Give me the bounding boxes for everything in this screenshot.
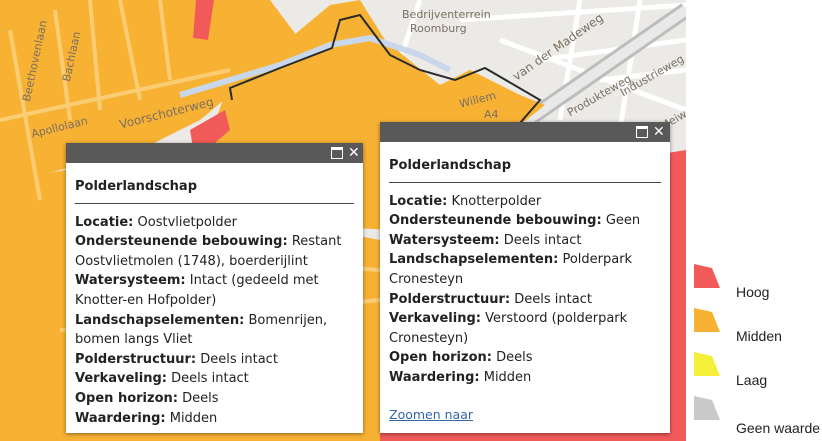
popup-title: Polderlandschap [75, 177, 354, 204]
popup-field-row: Ondersteunende bebouwing: Restant Oostvl… [75, 232, 354, 271]
field-label: Verkaveling: [389, 311, 481, 327]
field-label: Polderstructuur: [75, 351, 197, 367]
legend-label: Midden [736, 328, 782, 344]
field-label: Watersysteem: [75, 273, 186, 289]
field-label: Ondersteunende bebouwing: [389, 213, 602, 229]
map-label-bedrijventerrein: Bedrijventerrein [402, 8, 491, 21]
popup-field-row: Landschapselementen: Polderpark Croneste… [389, 250, 661, 289]
legend-label: Laag [736, 372, 768, 388]
field-label: Waardering: [389, 369, 480, 385]
popup-field-row: Locatie: Oostvlietpolder [75, 213, 354, 233]
popup-field-row: Polderstructuur: Deels intact [389, 290, 661, 310]
field-value: Deels intact [166, 371, 249, 387]
legend-label: Geen waarde [736, 420, 821, 436]
legend-label: Hoog [736, 284, 770, 300]
field-value: Deels [491, 350, 533, 366]
field-label: Open horizon: [389, 350, 492, 366]
popup-field-row: Landschapselementen: Bomenrijen, bomen l… [75, 311, 354, 350]
field-value: Deels intact [510, 291, 592, 307]
popup-field-row: Open horizon: Deels [75, 389, 354, 409]
field-value: Deels intact [196, 351, 278, 367]
popup-field-row: Open horizon: Deels [389, 348, 661, 368]
field-label: Locatie: [75, 214, 134, 230]
field-label: Landschapselementen: [75, 312, 245, 328]
feature-popup-knotterpolder: ✕ Polderlandschap Locatie: Knotterpolder… [380, 122, 670, 433]
field-value: Midden [165, 410, 218, 426]
close-icon[interactable]: ✕ [653, 124, 665, 140]
field-value: Midden [479, 369, 532, 385]
popup-title: Polderlandschap [389, 156, 661, 183]
field-label: Watersysteem: [389, 232, 500, 248]
map-legend: Hoog Midden Laag Geen waarde [694, 264, 822, 441]
legend-item-hoog: Hoog [694, 264, 822, 300]
legend-swatch [694, 264, 720, 288]
field-value: Geen [601, 213, 641, 229]
field-value: Oostvlietpolder [133, 214, 238, 230]
legend-swatch [694, 396, 720, 420]
field-value: Knotterpolder [447, 193, 542, 209]
legend-item-midden: Midden [694, 308, 822, 344]
popup-field-row: Watersysteem: Deels intact [389, 231, 661, 251]
field-label: Waardering: [75, 410, 166, 426]
field-label: Landschapselementen: [389, 252, 559, 268]
popup-field-row: Waardering: Midden [389, 368, 661, 388]
zoom-to-link[interactable]: Zoomen naar [389, 407, 473, 422]
maximize-icon[interactable] [331, 147, 343, 159]
popup-field-row: Waardering: Midden [75, 409, 354, 429]
field-label: Open horizon: [75, 390, 178, 406]
popup-field-row: Verkaveling: Verstoord (polderpark Crone… [389, 309, 661, 348]
map-label-a4: A4 [484, 108, 499, 121]
field-label: Verkaveling: [75, 371, 167, 387]
feature-popup-oostvlietpolder: ✕ Polderlandschap Locatie: Oostvlietpold… [66, 143, 363, 433]
legend-swatch [694, 308, 720, 332]
legend-item-laag: Laag [694, 352, 822, 388]
popup-field-row: Locatie: Knotterpolder [389, 192, 661, 212]
close-icon[interactable]: ✕ [348, 145, 360, 161]
popup-titlebar: ✕ [66, 143, 363, 163]
field-value: Deels [177, 390, 219, 406]
popup-field-row: Polderstructuur: Deels intact [75, 350, 354, 370]
popup-field-row: Ondersteunende bebouwing: Geen [389, 211, 661, 231]
field-label: Ondersteunende bebouwing: [75, 234, 288, 250]
popup-field-row: Watersysteem: Intact (gedeeld met Knotte… [75, 271, 354, 310]
legend-swatch [694, 352, 720, 376]
map-label-roomburg: Roomburg [410, 22, 467, 35]
field-label: Locatie: [389, 193, 448, 209]
popup-titlebar: ✕ [380, 122, 670, 142]
legend-item-geen-waarde: Geen waarde [694, 396, 822, 436]
field-value: Deels intact [499, 232, 582, 248]
field-label: Polderstructuur: [389, 291, 511, 307]
maximize-icon[interactable] [636, 126, 648, 138]
popup-field-row: Verkaveling: Deels intact [75, 369, 354, 389]
